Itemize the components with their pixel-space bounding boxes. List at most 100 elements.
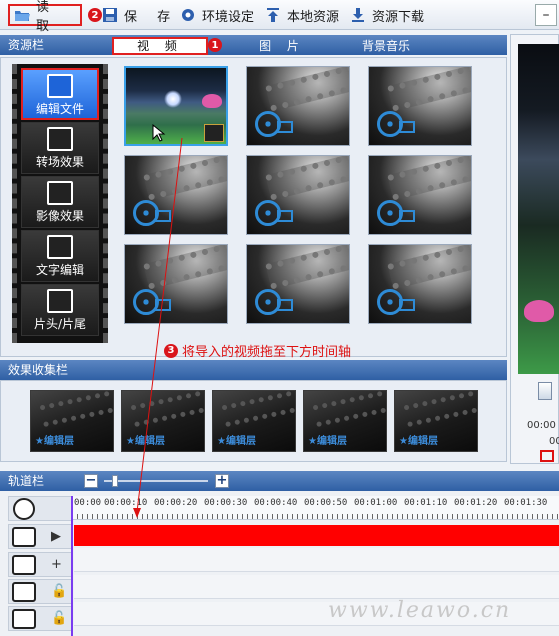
add-audio-button[interactable]: + [51,557,62,572]
camera-icon [399,121,415,133]
zoom-slider-thumb[interactable] [112,475,118,487]
sidebar-item-transitions[interactable]: 转场效果 [21,122,99,174]
ruler-tick: 00:01:10 [404,498,448,508]
effect-slot[interactable]: ★编辑层 [121,390,205,452]
open-button[interactable]: 读 取 [8,0,82,34]
ruler-tick: 00:00:10 [104,498,148,508]
settings-label: 环境设定 [202,9,255,25]
sidebar-item-text-edit[interactable]: 文字编辑 [21,230,99,282]
effect-slot[interactable]: ★编辑层 [212,390,296,452]
drag-instruction-text: 将导入的视频拖至下方时间轴 [182,345,352,360]
camera-icon [277,121,293,133]
open-label: 读 取 [36,0,60,34]
save-button[interactable]: 保 存 [102,4,178,26]
settings-button[interactable]: 环境设定 [180,4,254,26]
lotus-graphic [524,300,554,322]
effect-slot[interactable]: ★编辑层 [303,390,387,452]
step-2-badge: 2 [88,8,102,22]
download-resources-label: 资源下载 [372,9,425,25]
time-track-header [8,496,72,521]
ruler-tick: 00:01:30 [504,498,548,508]
play-track-button[interactable]: ▶ [51,529,61,544]
minimize-button[interactable]: – [535,4,557,26]
effect-slot-label: ★编辑层 [217,436,256,447]
effect-slot-label: ★编辑层 [308,436,347,447]
effect-slot[interactable]: ★编辑层 [394,390,478,452]
watermark: www.leawo.cn [328,598,512,623]
film-strip-graphic [312,391,386,428]
camera-icon [399,299,415,311]
film-strip-graphic [221,391,295,428]
camera-icon [277,299,293,311]
tab-video[interactable]: 视 频 [112,37,208,55]
film-icon [12,527,36,547]
image-effect-icon [12,609,36,629]
timeline-playhead[interactable] [71,496,73,636]
preview-seek-slider[interactable] [538,382,552,400]
resource-panel-title: 资源栏 [8,38,45,52]
empty-video-slot[interactable] [124,155,228,235]
camera-icon [155,299,171,311]
video-thumbnail[interactable] [124,66,228,146]
empty-video-slot[interactable] [368,155,472,235]
lock-icon[interactable]: 🔓 [51,611,67,626]
video-track-clip[interactable] [74,525,559,546]
sidebar-item-label: 影像效果 [35,209,84,223]
mouse-cursor-icon [152,124,166,142]
film-strip-graphic [387,156,471,201]
transition-ab-icon [47,127,73,151]
tab-background-music[interactable]: 背景音乐 [338,37,434,55]
effect-slot-label: ★编辑层 [399,436,438,447]
effect-slot[interactable]: ★编辑层 [30,390,114,452]
video-track-header: ▶ [8,524,72,549]
effect-slot-label: ★编辑层 [35,436,74,447]
save-label: 保 存 [124,9,179,25]
drag-instruction: 3 将导入的视频拖至下方时间轴 [164,341,351,360]
film-icon [47,74,73,98]
zoom-in-button[interactable]: + [215,474,229,488]
empty-video-slot[interactable] [246,244,350,324]
local-resources-button[interactable]: 本地资源 [265,4,339,26]
audio-track-header: + [8,552,72,577]
zoom-out-button[interactable]: − [84,474,98,488]
transition-track-lane[interactable] [74,575,559,599]
track-headers: ▶ + 🔓 🔓 [8,496,72,636]
empty-video-slot[interactable] [368,244,472,324]
effects-panel-title: 效果收集栏 [8,363,69,377]
tab-images[interactable]: 图 片 [234,37,330,55]
sidebar-item-edit-files[interactable]: 编辑文件 [21,68,99,120]
lotus-graphic [202,94,222,108]
effects-panel-header: 效果收集栏 [0,360,507,380]
preview-time-current: 00:00 [527,420,556,431]
film-strip-graphic [387,67,471,112]
download-resources-button[interactable]: 资源下载 [350,4,424,26]
empty-video-slot[interactable] [246,155,350,235]
film-strip-graphic [265,67,349,112]
empty-video-slot[interactable] [246,66,350,146]
stop-button[interactable] [540,450,554,462]
empty-video-slot[interactable] [124,244,228,324]
zoom-slider-track[interactable] [104,480,208,482]
film-strip-graphic [265,245,349,290]
resource-sidebar: 编辑文件 转场效果 影像效果 文字编辑 片头/片尾 [12,64,108,343]
sidebar-item-label: 片头/片尾 [33,317,87,331]
sidebar-item-intro-outro[interactable]: 片头/片尾 [21,284,99,336]
folder-open-icon [14,7,30,23]
ruler-tick: 00:00:40 [254,498,298,508]
empty-video-slot[interactable] [368,66,472,146]
film-strip-graphic [39,391,113,428]
lock-icon[interactable]: 🔓 [51,584,67,599]
preview-time-total: 00 [549,436,559,447]
upload-icon [265,7,281,23]
track-panel-title: 轨道栏 [8,474,45,488]
preview-screen [518,44,559,374]
audio-track-lane[interactable] [74,548,559,572]
camera-icon [399,210,415,222]
image-effect-icon [47,181,73,205]
video-camera-icon [204,124,224,142]
clock-icon [13,498,35,520]
film-strip-graphic [265,156,349,201]
sidebar-item-image-effects[interactable]: 影像效果 [21,176,99,228]
sidebar-item-label: 编辑文件 [35,102,84,116]
transition-ab-icon [12,582,36,602]
